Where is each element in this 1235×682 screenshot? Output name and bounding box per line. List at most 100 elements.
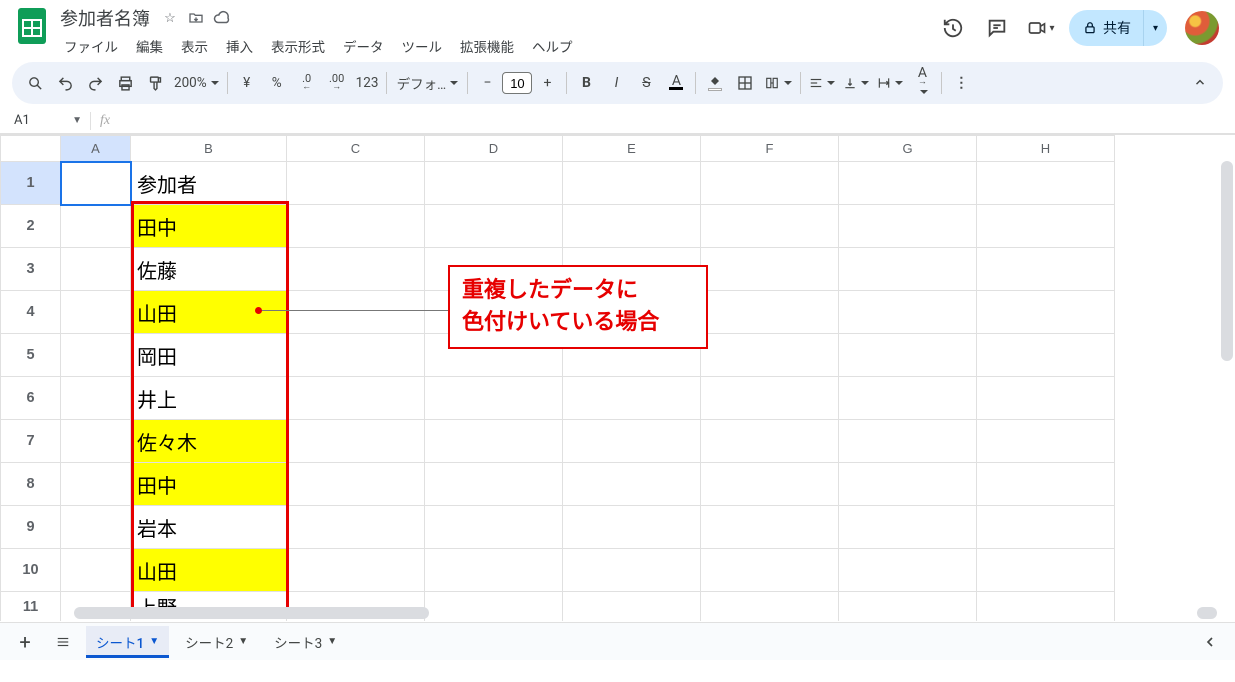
sheet-tab-dd-2[interactable]: ▼ — [238, 636, 248, 647]
menu-file[interactable]: ファイル — [56, 32, 126, 60]
search-menus-icon[interactable] — [20, 68, 50, 98]
row-header-11[interactable]: 11 — [1, 592, 61, 622]
cell-C1[interactable] — [287, 162, 425, 205]
strikethrough-button[interactable]: S — [631, 68, 661, 98]
toolbar-more-icon[interactable]: ⋮ — [946, 68, 976, 98]
cell-B8[interactable]: 田中 — [131, 463, 287, 506]
cell-G5[interactable] — [839, 334, 977, 377]
text-color-button[interactable]: A — [661, 68, 691, 98]
sheet-tab-2[interactable]: シート2▼ — [175, 626, 258, 658]
cell-H3[interactable] — [977, 248, 1115, 291]
cell-B5[interactable]: 岡田 — [131, 334, 287, 377]
cell-E10[interactable] — [563, 549, 701, 592]
cell-E11[interactable] — [563, 592, 701, 622]
cell-H1[interactable] — [977, 162, 1115, 205]
menu-edit[interactable]: 編集 — [128, 32, 171, 60]
cell-F8[interactable] — [701, 463, 839, 506]
row-header-5[interactable]: 5 — [1, 334, 61, 377]
cell-G3[interactable] — [839, 248, 977, 291]
cell-E9[interactable] — [563, 506, 701, 549]
text-rotation-button[interactable]: A→ — [907, 68, 937, 98]
decrease-font-size-button[interactable]: − — [472, 68, 502, 98]
formula-input[interactable] — [119, 109, 1235, 132]
cell-F10[interactable] — [701, 549, 839, 592]
share-dropdown[interactable]: ▾ — [1143, 10, 1167, 46]
cell-D2[interactable] — [425, 205, 563, 248]
cell-G11[interactable] — [839, 592, 977, 622]
cell-C7[interactable] — [287, 420, 425, 463]
cell-E6[interactable] — [563, 377, 701, 420]
v-align-button[interactable] — [839, 68, 873, 98]
cell-C9[interactable] — [287, 506, 425, 549]
cell-H10[interactable] — [977, 549, 1115, 592]
italic-button[interactable]: I — [601, 68, 631, 98]
share-button[interactable]: 共有 — [1069, 10, 1143, 46]
cell-G7[interactable] — [839, 420, 977, 463]
cell-F9[interactable] — [701, 506, 839, 549]
cell-G1[interactable] — [839, 162, 977, 205]
cell-G9[interactable] — [839, 506, 977, 549]
h-align-button[interactable] — [805, 68, 839, 98]
cell-E7[interactable] — [563, 420, 701, 463]
cell-A7[interactable] — [61, 420, 131, 463]
row-header-4[interactable]: 4 — [1, 291, 61, 334]
cell-F11[interactable] — [701, 592, 839, 622]
cell-F2[interactable] — [701, 205, 839, 248]
menu-ext[interactable]: 拡張機能 — [452, 32, 522, 60]
bold-button[interactable]: B — [571, 68, 601, 98]
paint-format-icon[interactable] — [140, 68, 170, 98]
cell-B3[interactable]: 佐藤 — [131, 248, 287, 291]
font-family-dropdown[interactable]: デフォ… — [391, 68, 463, 98]
meet-icon[interactable]: ▾ — [1025, 12, 1057, 44]
cell-H6[interactable] — [977, 377, 1115, 420]
increase-decimal-button[interactable]: .00→ — [322, 68, 352, 98]
cell-C2[interactable] — [287, 205, 425, 248]
menu-view[interactable]: 表示 — [173, 32, 216, 60]
doc-title[interactable]: 参加者名簿 — [56, 3, 154, 33]
row-header-1[interactable]: 1 — [1, 162, 61, 205]
cell-D7[interactable] — [425, 420, 563, 463]
cell-B6[interactable]: 井上 — [131, 377, 287, 420]
cell-F1[interactable] — [701, 162, 839, 205]
col-header-C[interactable]: C — [287, 136, 425, 162]
cell-B7[interactable]: 佐々木 — [131, 420, 287, 463]
menu-data[interactable]: データ — [335, 32, 392, 60]
all-sheets-button[interactable] — [48, 627, 78, 657]
cell-E8[interactable] — [563, 463, 701, 506]
sheet-tab-dd-1[interactable]: ▼ — [149, 636, 159, 647]
cell-G8[interactable] — [839, 463, 977, 506]
cell-C6[interactable] — [287, 377, 425, 420]
horizontal-scrollbar-end[interactable] — [1197, 607, 1217, 619]
history-icon[interactable] — [937, 12, 969, 44]
cell-B10[interactable]: 山田 — [131, 549, 287, 592]
cell-A3[interactable] — [61, 248, 131, 291]
cell-D8[interactable] — [425, 463, 563, 506]
cell-B1[interactable]: 参加者 — [131, 162, 287, 205]
add-sheet-button[interactable]: + — [10, 627, 40, 657]
col-header-A[interactable]: A — [61, 136, 131, 162]
cell-F6[interactable] — [701, 377, 839, 420]
move-to-folder-icon[interactable] — [186, 8, 206, 28]
zoom-dropdown[interactable]: 200% — [170, 68, 223, 98]
cell-H2[interactable] — [977, 205, 1115, 248]
cell-A6[interactable] — [61, 377, 131, 420]
cell-D10[interactable] — [425, 549, 563, 592]
cell-F7[interactable] — [701, 420, 839, 463]
redo-icon[interactable] — [80, 68, 110, 98]
collapse-toolbar-icon[interactable] — [1185, 68, 1215, 98]
cell-A10[interactable] — [61, 549, 131, 592]
name-box[interactable]: A1 ▼ — [4, 113, 90, 128]
cell-A9[interactable] — [61, 506, 131, 549]
cell-G4[interactable] — [839, 291, 977, 334]
row-header-7[interactable]: 7 — [1, 420, 61, 463]
cell-B4[interactable]: 山田 — [131, 291, 287, 334]
cell-H5[interactable] — [977, 334, 1115, 377]
col-header-D[interactable]: D — [425, 136, 563, 162]
comments-icon[interactable] — [981, 12, 1013, 44]
horizontal-scrollbar[interactable] — [74, 607, 429, 619]
col-header-H[interactable]: H — [977, 136, 1115, 162]
col-header-E[interactable]: E — [563, 136, 701, 162]
cell-H8[interactable] — [977, 463, 1115, 506]
cell-H7[interactable] — [977, 420, 1115, 463]
menu-format[interactable]: 表示形式 — [263, 32, 333, 60]
